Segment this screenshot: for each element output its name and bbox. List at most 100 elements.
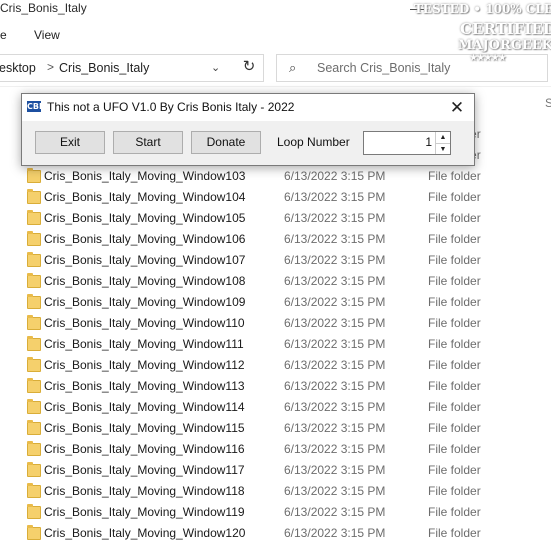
badge-tested-text: TESTED • 100% CLEAN xyxy=(414,2,551,16)
list-item[interactable]: Cris_Bonis_Italy_Moving_Window116 6/13/2… xyxy=(0,439,540,460)
dialog-title-bar[interactable]: CBI This not a UFO V1.0 By Cris Bonis It… xyxy=(22,94,474,121)
folder-icon xyxy=(27,378,41,393)
list-item[interactable]: Cris_Bonis_Italy_Moving_Window113 6/13/2… xyxy=(0,376,540,397)
folder-icon xyxy=(27,483,41,498)
list-item[interactable]: Cris_Bonis_Italy_Moving_Window118 6/13/2… xyxy=(0,481,540,502)
list-item[interactable]: Cris_Bonis_Italy_Moving_Window109 6/13/2… xyxy=(0,292,540,313)
dialog-title: This not a UFO V1.0 By Cris Bonis Italy … xyxy=(47,100,295,114)
file-date: 6/13/2022 3:15 PM xyxy=(284,442,386,456)
column-header-size-edge[interactable]: S xyxy=(545,96,551,110)
list-item[interactable]: Cris_Bonis_Italy_Moving_Window106 6/13/2… xyxy=(0,229,540,250)
file-date: 6/13/2022 3:15 PM xyxy=(284,358,386,372)
file-date: 6/13/2022 3:15 PM xyxy=(284,421,386,435)
ribbon-tab-view[interactable]: View xyxy=(34,28,60,42)
list-item[interactable]: Cris_Bonis_Italy_Moving_Window112 6/13/2… xyxy=(0,355,540,376)
file-date: 6/13/2022 3:15 PM xyxy=(284,190,386,204)
file-date: 6/13/2022 3:15 PM xyxy=(284,253,386,267)
breadcrumb-desktop[interactable]: esktop xyxy=(0,61,36,75)
dialog-body: Exit Start Donate Loop Number 1 ▲ ▼ xyxy=(22,121,474,165)
file-name: Cris_Bonis_Italy_Moving_Window119 xyxy=(44,505,245,519)
file-type: File folder xyxy=(428,400,481,414)
address-bar[interactable]: esktop > Cris_Bonis_Italy ⌄ xyxy=(0,54,264,82)
file-type: File folder xyxy=(428,421,481,435)
list-item[interactable]: Cris_Bonis_Italy_Moving_Window117 6/13/2… xyxy=(0,460,540,481)
file-type: File folder xyxy=(428,505,481,519)
file-date: 6/13/2022 3:15 PM xyxy=(284,526,386,540)
file-type: File folder xyxy=(428,379,481,393)
folder-icon xyxy=(27,399,41,414)
badge-majorgeeks-text: MAJORGEEKS xyxy=(458,38,551,53)
majorgeeks-badge: TESTED • 100% CLEAN CERTIFIED MAJORGEEKS… xyxy=(400,0,551,62)
list-item[interactable]: Cris_Bonis_Italy_Moving_Window104 6/13/2… xyxy=(0,187,540,208)
list-item[interactable]: Cris_Bonis_Italy_Moving_Window115 6/13/2… xyxy=(0,418,540,439)
folder-icon xyxy=(27,462,41,477)
file-type: File folder xyxy=(428,190,481,204)
folder-icon xyxy=(27,441,41,456)
list-item[interactable]: Cris_Bonis_Italy_Moving_Window119 6/13/2… xyxy=(0,502,540,523)
folder-icon xyxy=(27,336,41,351)
folder-icon xyxy=(27,420,41,435)
file-name: Cris_Bonis_Italy_Moving_Window113 xyxy=(44,379,245,393)
file-name: Cris_Bonis_Italy_Moving_Window111 xyxy=(44,337,244,351)
folder-icon xyxy=(27,504,41,519)
folder-icon xyxy=(27,315,41,330)
list-item[interactable]: Cris_Bonis_Italy_Moving_Window105 6/13/2… xyxy=(0,208,540,229)
spin-up-icon[interactable]: ▲ xyxy=(435,132,450,143)
file-date: 6/13/2022 3:15 PM xyxy=(284,505,386,519)
breadcrumb-current-folder[interactable]: Cris_Bonis_Italy xyxy=(59,61,149,75)
refresh-button[interactable]: ↻ xyxy=(236,54,262,80)
file-type: File folder xyxy=(428,232,481,246)
start-button[interactable]: Start xyxy=(113,131,183,154)
file-name: Cris_Bonis_Italy_Moving_Window106 xyxy=(44,232,246,246)
file-name: Cris_Bonis_Italy_Moving_Window109 xyxy=(44,295,246,309)
ribbon-tab-file[interactable]: e xyxy=(0,28,7,42)
folder-icon xyxy=(27,252,41,267)
folder-icon xyxy=(27,210,41,225)
folder-icon xyxy=(27,189,41,204)
file-type: File folder xyxy=(428,337,481,351)
file-type: File folder xyxy=(428,253,481,267)
exit-button[interactable]: Exit xyxy=(35,131,105,154)
file-date: 6/13/2022 3:15 PM xyxy=(284,337,386,351)
badge-certified-text: CERTIFIED xyxy=(460,20,551,38)
file-type: File folder xyxy=(428,211,481,225)
file-type: File folder xyxy=(428,526,481,540)
file-name: Cris_Bonis_Italy_Moving_Window105 xyxy=(44,211,246,225)
file-type: File folder xyxy=(428,463,481,477)
folder-icon xyxy=(27,525,41,540)
loop-number-stepper[interactable]: 1 ▲ ▼ xyxy=(363,131,451,155)
loop-number-value: 1 xyxy=(425,135,432,149)
list-item[interactable]: Cris_Bonis_Italy_Moving_Window103 6/13/2… xyxy=(0,166,540,187)
file-name: Cris_Bonis_Italy_Moving_Window114 xyxy=(44,400,245,414)
breadcrumb-separator[interactable]: > xyxy=(47,60,54,74)
file-date: 6/13/2022 3:15 PM xyxy=(284,295,386,309)
file-type: File folder xyxy=(428,442,481,456)
file-date: 6/13/2022 3:15 PM xyxy=(284,211,386,225)
file-type: File folder xyxy=(428,274,481,288)
close-icon[interactable]: ✕ xyxy=(440,94,474,121)
list-item[interactable]: Cris_Bonis_Italy_Moving_Window114 6/13/2… xyxy=(0,397,540,418)
search-placeholder: Search Cris_Bonis_Italy xyxy=(317,61,451,75)
chevron-down-icon[interactable]: ⌄ xyxy=(211,61,220,74)
file-name: Cris_Bonis_Italy_Moving_Window117 xyxy=(44,463,245,477)
list-item[interactable]: Cris_Bonis_Italy_Moving_Window120 6/13/2… xyxy=(0,523,540,544)
folder-icon xyxy=(27,357,41,372)
file-name: Cris_Bonis_Italy_Moving_Window103 xyxy=(44,169,246,183)
file-name: Cris_Bonis_Italy_Moving_Window110 xyxy=(44,316,245,330)
loop-number-label: Loop Number xyxy=(277,135,350,149)
list-item[interactable]: Cris_Bonis_Italy_Moving_Window107 6/13/2… xyxy=(0,250,540,271)
file-type: File folder xyxy=(428,316,481,330)
folder-icon xyxy=(27,168,41,183)
list-item[interactable]: Cris_Bonis_Italy_Moving_Window111 6/13/2… xyxy=(0,334,540,355)
file-date: 6/13/2022 3:15 PM xyxy=(284,379,386,393)
file-date: 6/13/2022 3:15 PM xyxy=(284,169,386,183)
list-item[interactable]: Cris_Bonis_Italy_Moving_Window110 6/13/2… xyxy=(0,313,540,334)
donate-button[interactable]: Donate xyxy=(191,131,261,154)
folder-icon xyxy=(27,273,41,288)
search-icon: ⌕ xyxy=(289,60,297,75)
file-type: File folder xyxy=(428,484,481,498)
spin-down-icon[interactable]: ▼ xyxy=(435,143,450,154)
file-name: Cris_Bonis_Italy_Moving_Window118 xyxy=(44,484,245,498)
list-item[interactable]: Cris_Bonis_Italy_Moving_Window108 6/13/2… xyxy=(0,271,540,292)
app-icon: CBI xyxy=(27,101,42,112)
